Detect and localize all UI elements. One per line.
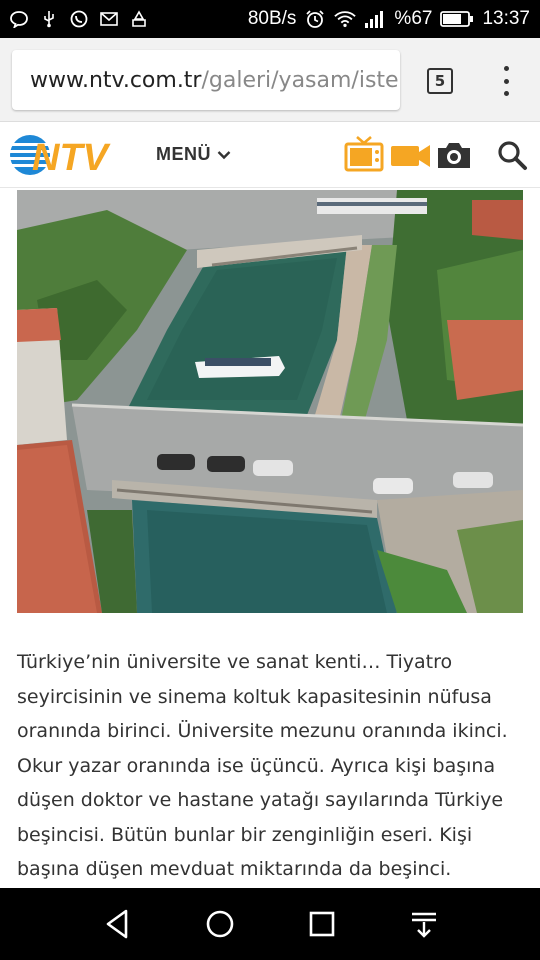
clock: 13:37 [482, 8, 530, 29]
article-paragraph: Türkiye’nin üniversite ve sanat kenti… T… [17, 651, 508, 880]
chevron-down-icon [217, 150, 231, 159]
ntv-logo[interactable]: NTV [8, 132, 130, 179]
android-nav-bar [0, 888, 540, 960]
wifi-icon [334, 9, 357, 29]
search-icon[interactable] [496, 134, 528, 174]
whatsapp-icon [70, 10, 88, 28]
logo-text: NTV [32, 137, 111, 178]
alarm-icon [304, 9, 326, 29]
network-speed: 80B/s [247, 8, 297, 29]
message-icon [10, 10, 28, 28]
notification-pull-icon[interactable] [408, 908, 440, 940]
battery-icon [440, 9, 474, 29]
home-icon[interactable] [204, 908, 236, 940]
status-bar: 80B/s %67 13:37 [0, 0, 540, 38]
address-bar[interactable]: www.ntv.com.tr/galeri/yasam/iste [12, 50, 400, 110]
mail-icon [100, 10, 118, 28]
dot-icon [503, 78, 509, 84]
url-path: /galeri/yasam/iste [201, 67, 399, 93]
site-header: NTV MENÜ [0, 122, 540, 188]
gallery-photo[interactable] [17, 190, 523, 613]
tv-icon[interactable] [344, 134, 384, 174]
video-camera-icon[interactable] [390, 134, 432, 174]
usb-icon [40, 10, 58, 28]
menu-label: MENÜ [156, 144, 211, 164]
battery-percent: %67 [394, 8, 433, 29]
tab-switcher-button[interactable]: 5 [427, 68, 453, 94]
recents-icon[interactable] [306, 908, 338, 940]
dot-icon [503, 66, 509, 71]
dot-icon [503, 91, 509, 96]
back-icon[interactable] [102, 908, 134, 940]
browser-toolbar: www.ntv.com.tr/galeri/yasam/iste 5 [0, 38, 540, 122]
photo-camera-icon[interactable] [436, 134, 472, 174]
signal-icon [364, 9, 386, 29]
url-host: www.ntv.com.tr [30, 67, 202, 93]
notification-icon [130, 10, 148, 28]
overflow-menu-button[interactable] [496, 66, 516, 96]
menu-button[interactable]: MENÜ [156, 144, 231, 165]
